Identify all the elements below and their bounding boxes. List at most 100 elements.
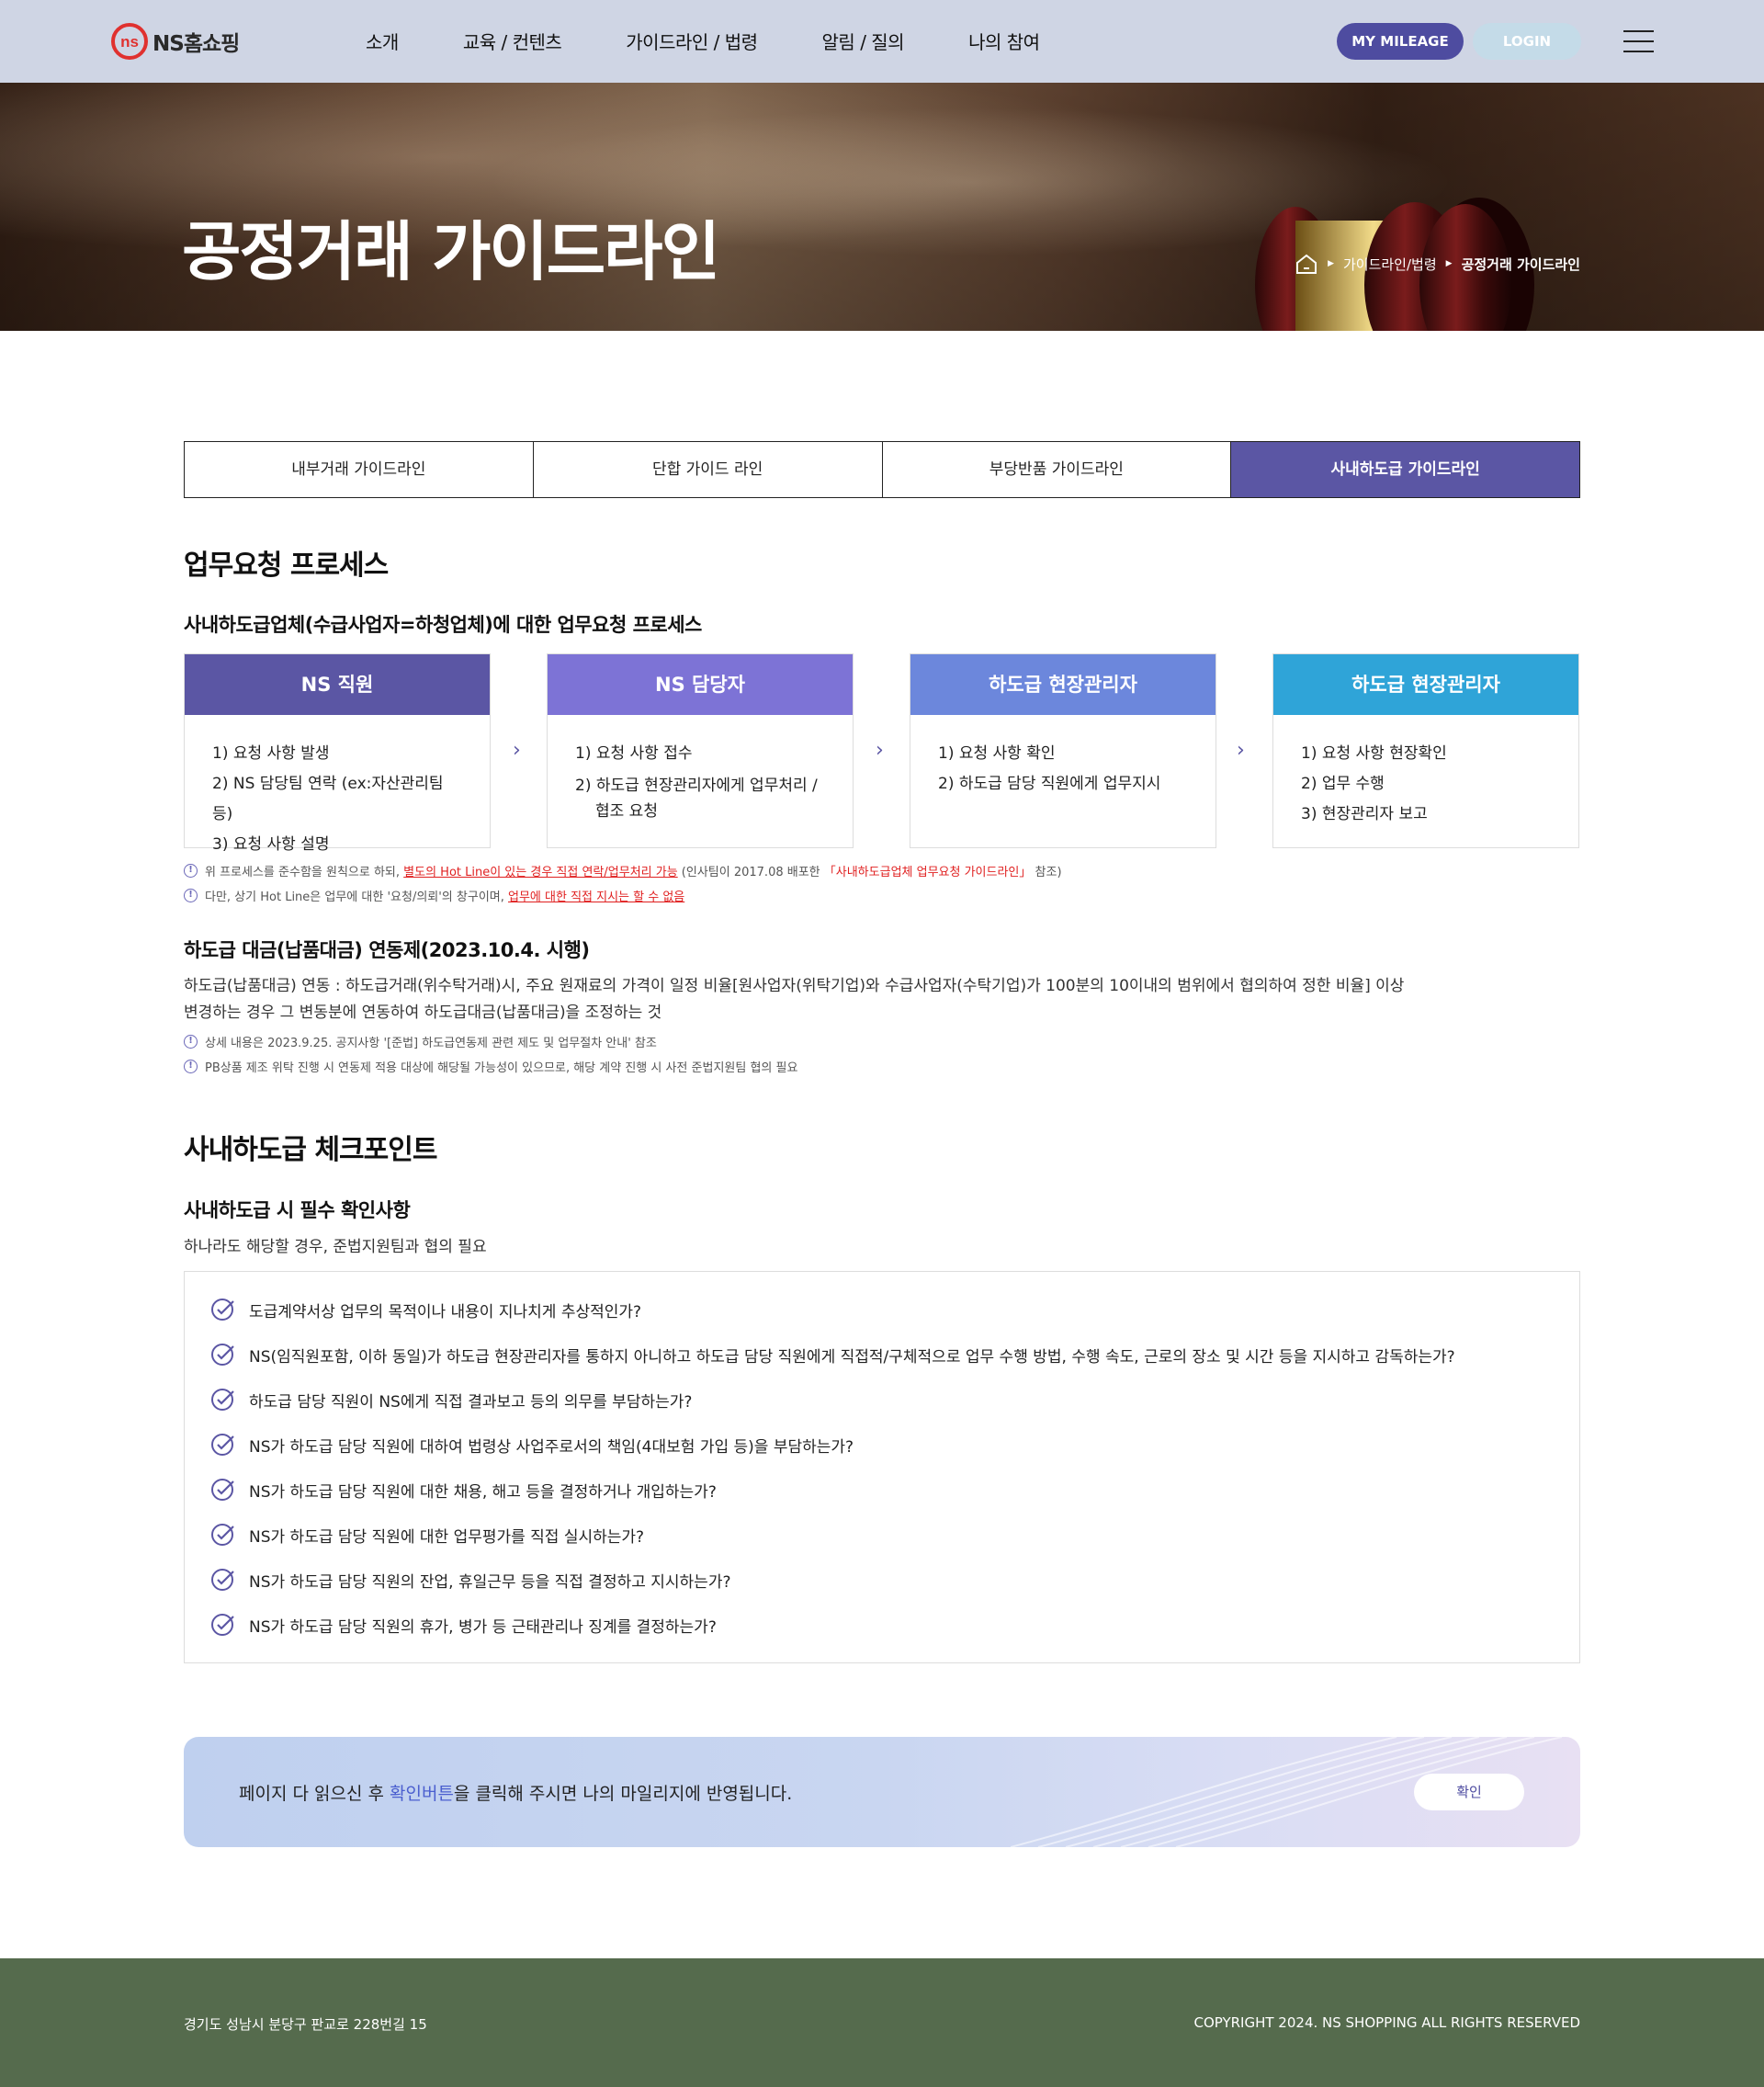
breadcrumb: ▶ 가이드라인/법령 ▶ 공정거래 가이드라인 xyxy=(1295,253,1580,275)
banner-text-highlight: 확인버튼 xyxy=(390,1784,454,1804)
checklist-text: 하도급 담당 직원이 NS에게 직접 결과보고 등의 의무를 부담하는가? xyxy=(249,1392,693,1412)
list-item: NS가 하도급 담당 직원에 대한 업무평가를 직접 실시하는가? xyxy=(210,1522,644,1548)
info-icon: ! xyxy=(184,889,198,902)
breadcrumb-arrow-icon: ▶ xyxy=(1328,259,1334,268)
confirm-button[interactable]: 확인 xyxy=(1414,1774,1524,1810)
process-note: ! 위 프로세스를 준수함을 원칙으로 하되, 별도의 Hot Line이 있는… xyxy=(184,862,1062,879)
ns-logo[interactable]: ns NS홈쇼핑 xyxy=(110,22,240,61)
tab-unfair-return[interactable]: 부당반품 가이드라인 xyxy=(882,442,1232,497)
list-item: 하도급 담당 직원이 NS에게 직접 결과보고 등의 의무를 부담하는가? xyxy=(210,1387,692,1412)
site-header: ns NS홈쇼핑 소개 교육 / 컨텐츠 가이드라인 / 법령 알림 / 질의 … xyxy=(0,0,1764,83)
section-title-process: 업무요청 프로세스 xyxy=(184,550,389,582)
footer-address: 경기도 성남시 분당구 판교로 228번길 15 xyxy=(184,2016,427,2033)
process-step-line: 3) 요청 사항 설명 xyxy=(212,835,330,854)
check-circle-icon xyxy=(211,1434,234,1456)
checkpoint-desc: 하나라도 해당할 경우, 준법지원팀과 협의 필요 xyxy=(184,1238,487,1256)
breadcrumb-item[interactable]: 가이드라인/법령 xyxy=(1343,255,1437,274)
process-step-line: 협조 요청 xyxy=(595,802,658,821)
tab-collusion[interactable]: 단합 가이드 라인 xyxy=(533,442,883,497)
guideline-tabs: 내부거래 가이드라인 단합 가이드 라인 부당반품 가이드라인 사내하도급 가이… xyxy=(184,441,1580,498)
nav-item-participation[interactable]: 나의 참여 xyxy=(968,28,1040,54)
chevron-right-icon: › xyxy=(1237,739,1245,762)
note-highlight: 업무에 대한 직접 지시는 할 수 없음 xyxy=(508,890,685,904)
mileage-confirm-banner: 페이지 다 읽으신 후 확인버튼을 클릭해 주시면 나의 마일리지에 반영됩니다… xyxy=(184,1737,1580,1847)
tab-in-house-subcontract[interactable]: 사내하도급 가이드라인 xyxy=(1231,442,1579,497)
list-item: 도급계약서상 업무의 목적이나 내용이 지나치게 추상적인가? xyxy=(210,1297,641,1322)
login-button[interactable]: LOGIN xyxy=(1473,23,1581,60)
note-text: PB상품 제조 위탁 진행 시 연동제 적용 대상에 해당될 가능성이 있으므로… xyxy=(205,1061,798,1075)
menu-icon[interactable] xyxy=(1623,30,1654,52)
chevron-right-icon: › xyxy=(513,739,521,762)
process-step-line: 2) 업무 수행 xyxy=(1301,775,1385,793)
chevron-right-icon: › xyxy=(876,739,884,762)
check-circle-icon xyxy=(211,1614,234,1636)
tab-internal-transaction[interactable]: 내부거래 가이드라인 xyxy=(185,442,534,497)
section-title-checkpoint: 사내하도급 체크포인트 xyxy=(184,1134,437,1166)
process-step-line: 1) 요청 사항 발생 xyxy=(212,744,330,763)
process-step-card: 하도급 현장관리자 1) 요청 사항 현장확인 2) 업무 수행 3) 현장관리… xyxy=(1272,653,1579,848)
list-item: NS가 하도급 담당 직원의 잔업, 휴일근무 등을 직접 결정하고 지시하는가… xyxy=(210,1567,731,1593)
nav-item-intro[interactable]: 소개 xyxy=(366,28,399,54)
linkage-note: ! 상세 내용은 2023.9.25. 공지사항 '[준법] 하도급연동제 관련… xyxy=(184,1033,657,1050)
linkage-note: ! PB상품 제조 위탁 진행 시 연동제 적용 대상에 해당될 가능성이 있으… xyxy=(184,1058,797,1075)
banner-text-part: 을 클릭해 주시면 나의 마일리지에 반영됩니다. xyxy=(453,1784,793,1804)
list-item: NS(임직원포함, 이하 동일)가 하도급 현장관리자를 통하지 아니하고 하도… xyxy=(210,1342,1455,1367)
nav-item-education[interactable]: 교육 / 컨텐츠 xyxy=(463,28,562,54)
process-subtitle: 사내하도급업체(수급사업자=하청업체)에 대한 업무요청 프로세스 xyxy=(184,614,702,636)
process-step-card: NS 담당자 1) 요청 사항 접수 2) 하도급 현장관리자에게 업무처리 /… xyxy=(547,653,854,848)
check-circle-icon xyxy=(211,1299,234,1321)
info-icon: ! xyxy=(184,1060,198,1073)
breadcrumb-current: 공정거래 가이드라인 xyxy=(1461,255,1580,273)
note-text: 상세 내용은 2023.9.25. 공지사항 '[준법] 하도급연동제 관련 제… xyxy=(205,1037,657,1050)
banner-text: 페이지 다 읽으신 후 확인버튼을 클릭해 주시면 나의 마일리지에 반영됩니다… xyxy=(239,1780,792,1805)
process-step-head: 하도급 현장관리자 xyxy=(1273,654,1578,715)
ns-logo-icon: ns xyxy=(111,23,148,60)
note-text: 참조) xyxy=(1031,866,1062,879)
process-step-card: 하도급 현장관리자 1) 요청 사항 확인 2) 하도급 담당 직원에게 업무지… xyxy=(910,653,1216,848)
check-circle-icon xyxy=(211,1479,234,1501)
process-step-head: 하도급 현장관리자 xyxy=(910,654,1216,715)
svg-text:ns: ns xyxy=(120,33,139,51)
process-step-line: 2) NS 담당팀 연락 (ex:자산관리팀 등) xyxy=(212,775,444,823)
main-nav: 소개 교육 / 컨텐츠 가이드라인 / 법령 알림 / 질의 나의 참여 xyxy=(366,28,1104,54)
note-highlight: 「사내하도급업체 업무요청 가이드라인」 xyxy=(823,866,1032,879)
breadcrumb-arrow-icon: ▶ xyxy=(1445,259,1453,268)
home-icon[interactable] xyxy=(1295,253,1318,275)
checklist-text: NS가 하도급 담당 직원에 대한 채용, 해고 등을 결정하거나 개입하는가? xyxy=(249,1482,717,1502)
checklist: 도급계약서상 업무의 목적이나 내용이 지나치게 추상적인가? NS(임직원포함… xyxy=(184,1271,1580,1663)
info-icon: ! xyxy=(184,864,198,878)
site-footer: 경기도 성남시 분당구 판교로 228번길 15 COPYRIGHT 2024.… xyxy=(0,1958,1764,2087)
note-text: 위 프로세스를 준수함을 원칙으로 하되, xyxy=(205,866,404,879)
process-step-line: 1) 요청 사항 현장확인 xyxy=(1301,744,1447,763)
check-circle-icon xyxy=(211,1524,234,1546)
checklist-text: NS(임직원포함, 이하 동일)가 하도급 현장관리자를 통하지 아니하고 하도… xyxy=(249,1347,1455,1367)
process-step-head: NS 담당자 xyxy=(548,654,853,715)
list-item: NS가 하도급 담당 직원에 대하여 법령상 사업주로서의 책임(4대보험 가입… xyxy=(210,1432,854,1457)
list-item: NS가 하도급 담당 직원에 대한 채용, 해고 등을 결정하거나 개입하는가? xyxy=(210,1477,717,1503)
hero-banner: 공정거래 가이드라인 ▶ 가이드라인/법령 ▶ 공정거래 가이드라인 xyxy=(0,83,1764,331)
my-mileage-button[interactable]: MY MILEAGE xyxy=(1337,23,1464,60)
nav-item-notice[interactable]: 알림 / 질의 xyxy=(822,28,905,54)
process-step-line: 2) 하도급 현장관리자에게 업무처리 / xyxy=(575,777,818,795)
info-icon: ! xyxy=(184,1035,198,1049)
page-title: 공정거래 가이드라인 xyxy=(182,214,720,289)
linkage-body: 하도급(납품대금) 연동 : 하도급거래(위수탁거래)시, 주요 원재료의 가격… xyxy=(184,977,1405,995)
process-step-line: 1) 요청 사항 확인 xyxy=(938,744,1056,763)
linkage-title: 하도급 대금(납품대금) 연동제(2023.10.4. 시행) xyxy=(184,939,590,961)
checklist-text: NS가 하도급 담당 직원의 휴가, 병가 등 근태관리나 징계를 결정하는가? xyxy=(249,1617,717,1637)
logo-text: NS홈쇼핑 xyxy=(153,32,240,56)
note-text: 다만, 상기 Hot Line은 업무에 대한 '요청/의뢰'의 창구이며, xyxy=(205,890,509,904)
check-circle-icon xyxy=(211,1389,234,1411)
process-step-line: 1) 요청 사항 접수 xyxy=(575,744,693,763)
check-circle-icon xyxy=(211,1569,234,1591)
check-circle-icon xyxy=(211,1344,234,1366)
nav-item-guideline[interactable]: 가이드라인 / 법령 xyxy=(626,28,758,54)
process-note: ! 다만, 상기 Hot Line은 업무에 대한 '요청/의뢰'의 창구이며,… xyxy=(184,887,684,904)
process-step-head: NS 직원 xyxy=(185,654,490,715)
checklist-text: 도급계약서상 업무의 목적이나 내용이 지나치게 추상적인가? xyxy=(249,1302,642,1321)
process-step-line: 3) 현장관리자 보고 xyxy=(1301,805,1428,823)
checklist-text: NS가 하도급 담당 직원에 대한 업무평가를 직접 실시하는가? xyxy=(249,1527,645,1547)
note-text: (인사팀이 2017.08 배포한 xyxy=(677,866,824,879)
linkage-body: 변경하는 경우 그 변동분에 연동하여 하도급대금(납품대금)을 조정하는 것 xyxy=(184,1004,662,1022)
process-step-card: NS 직원 1) 요청 사항 발생 2) NS 담당팀 연락 (ex:자산관리팀… xyxy=(184,653,491,854)
